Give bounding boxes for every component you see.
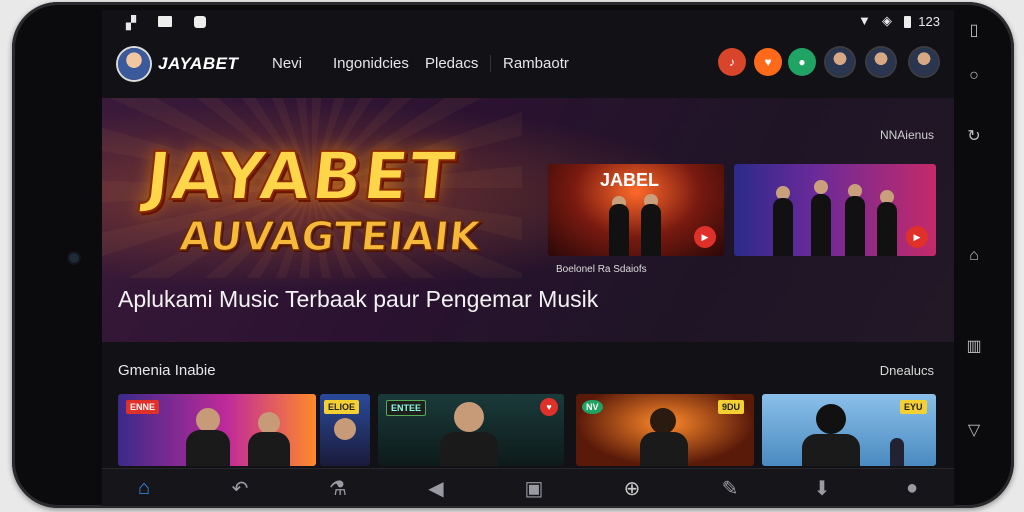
- featured-video-1[interactable]: JABEL ▶: [548, 164, 724, 256]
- home-icon[interactable]: ⌂: [130, 475, 158, 501]
- front-camera: [69, 253, 79, 263]
- artist-head: [454, 402, 484, 432]
- music-card-5[interactable]: EYU: [762, 394, 936, 466]
- hero-tagline: Aplukami Music Terbaak paur Pengemar Mus…: [118, 286, 599, 312]
- card-badge: ENNE: [126, 400, 160, 414]
- send-icon[interactable]: ◀: [422, 475, 450, 501]
- musician-head: [814, 180, 828, 194]
- play-icon[interactable]: ▶: [694, 226, 716, 248]
- musician-figure: [811, 194, 831, 256]
- gift-icon[interactable]: ⊕: [618, 475, 646, 501]
- hero-logo-sub: AUVAGTEIAIK: [177, 213, 483, 261]
- artist-figure: [640, 432, 688, 466]
- musician-figure: [773, 198, 793, 256]
- masked-artist-head: [816, 404, 846, 434]
- media-icon[interactable]: ▣: [520, 475, 548, 501]
- chat-icon[interactable]: ●: [788, 48, 816, 76]
- card-badge: ELIOE: [324, 400, 360, 414]
- featured-video-1-title: JABEL: [600, 170, 660, 190]
- heart-icon[interactable]: ♥: [754, 48, 782, 76]
- artist-avatar-1[interactable]: [826, 48, 854, 76]
- card-badge: EYU: [900, 400, 927, 414]
- hero-logo-main: JAYABET: [141, 137, 460, 216]
- artist-head: [258, 412, 280, 434]
- flask-icon[interactable]: ⚗: [324, 475, 352, 501]
- status-bar: ▞ ▼ ◈ 123: [102, 10, 954, 34]
- artist-figure: [802, 434, 860, 466]
- musician-figure: [641, 204, 661, 256]
- card-badge: 9DU: [718, 400, 745, 414]
- section-more-link[interactable]: Dnealucs: [880, 363, 934, 378]
- user-avatar[interactable]: [118, 48, 150, 80]
- app-icon: [194, 16, 206, 28]
- app-screen: ▞ ▼ ◈ 123 JAYABET Nevi Ingonidcies Pleda…: [102, 10, 954, 506]
- section-title: Gmenia Inabie: [118, 362, 216, 379]
- musician-figure: [845, 196, 865, 256]
- hero-banner: JAYABET AUVAGTEIAIK NNAienus JABEL ▶ ▶ B…: [102, 98, 954, 342]
- signal-icon: ◈: [882, 13, 892, 28]
- home-circle-icon[interactable]: ○: [964, 66, 984, 86]
- download-icon[interactable]: ⬇: [808, 475, 836, 501]
- wifi-icon: ▼: [858, 13, 871, 28]
- music-note-icon[interactable]: ♪: [718, 48, 746, 76]
- nav-link-3[interactable]: Pledacs: [425, 55, 478, 72]
- artist-figure: [248, 432, 290, 466]
- back-triangle-icon[interactable]: ▽: [964, 420, 984, 440]
- square-icon: [158, 16, 172, 27]
- artist-head: [196, 408, 220, 432]
- play-icon[interactable]: ▶: [906, 226, 928, 248]
- system-navigation-bar: ▯ ○ ↻ ⌂ ▥ ▽: [954, 10, 994, 506]
- music-card-2[interactable]: ELIOE: [320, 394, 370, 466]
- music-card-4[interactable]: NV 9DU: [576, 394, 754, 466]
- artist-hat: [650, 408, 676, 434]
- musician-figure: [877, 202, 897, 256]
- live-icon: ♥: [540, 398, 558, 416]
- battery-icon: [904, 16, 911, 28]
- gallery-icon: ▞: [126, 15, 136, 30]
- hero-more-link[interactable]: NNAienus: [880, 128, 934, 142]
- status-time: 123: [918, 14, 940, 29]
- artist-figure: [186, 430, 230, 466]
- top-navigation: JAYABET Nevi Ingonidcies Pledacs Rambaot…: [102, 40, 954, 98]
- card-badge: NV: [582, 400, 603, 414]
- card-badge: ENTEE: [386, 400, 427, 416]
- book-icon[interactable]: ▥: [964, 336, 984, 356]
- featured-video-2[interactable]: ▶: [734, 164, 936, 256]
- artist-avatar-3[interactable]: [910, 48, 938, 76]
- rotate-icon[interactable]: ↻: [964, 126, 984, 146]
- artist-figure: [890, 438, 904, 466]
- nav-link-2[interactable]: Ingonidcies: [333, 55, 409, 72]
- artist-head: [334, 418, 356, 440]
- featured-caption: Boelonel Ra Sdaiofs: [556, 264, 647, 275]
- recent-apps-icon[interactable]: ▯: [964, 20, 984, 40]
- bottom-navigation: ⌂ ↶ ⚗ ◀ ▣ ⊕ ✎ ⬇ ●: [102, 468, 954, 506]
- music-card-1[interactable]: ENNE: [118, 394, 316, 466]
- musician-figure: [609, 204, 629, 256]
- music-card-3[interactable]: ENTEE ♥: [378, 394, 564, 466]
- artist-avatar-2[interactable]: [867, 48, 895, 76]
- nav-link-4[interactable]: Rambaotr: [490, 55, 569, 72]
- brand-name[interactable]: JAYABET: [158, 54, 238, 74]
- nav-link-1[interactable]: Nevi: [272, 55, 302, 72]
- back-arrow-icon[interactable]: ↶: [226, 475, 254, 501]
- profile-icon[interactable]: ●: [898, 475, 926, 501]
- phone-frame: ▞ ▼ ◈ 123 JAYABET Nevi Ingonidcies Pleda…: [12, 2, 1014, 508]
- bell-icon[interactable]: ⌂: [964, 246, 984, 266]
- edit-icon[interactable]: ✎: [716, 475, 744, 501]
- artist-figure: [440, 432, 498, 466]
